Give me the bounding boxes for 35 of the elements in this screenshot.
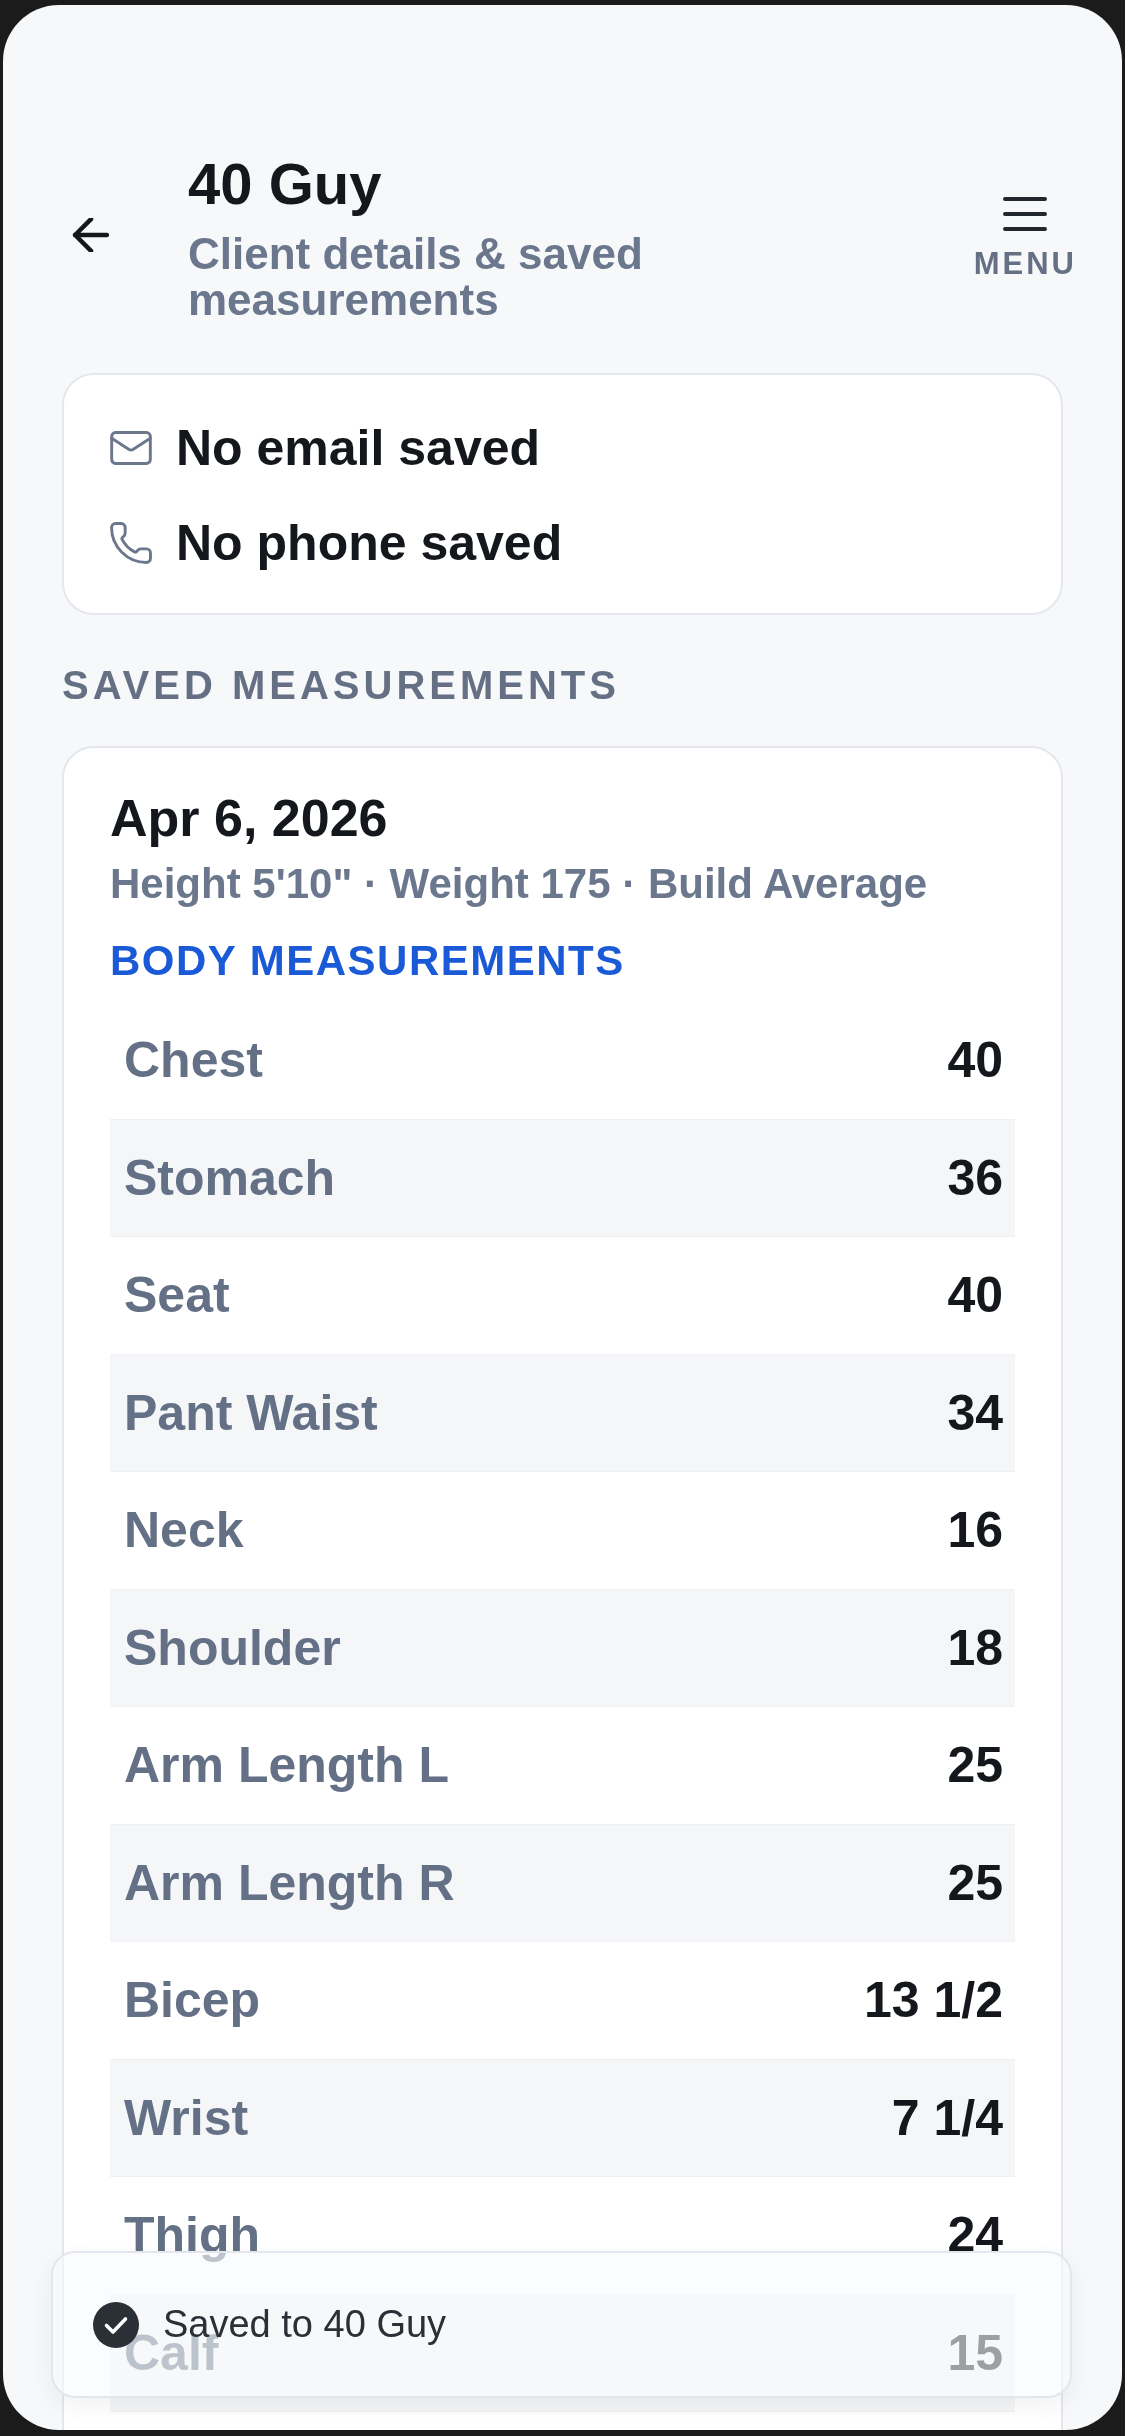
measurement-label: Bicep: [124, 1971, 261, 2030]
measurement-label: Stomach: [124, 1148, 336, 1207]
contact-info-text: No email saved: [176, 419, 541, 477]
measurement-label: Arm Length L: [124, 1736, 449, 1795]
measurement-value: 25: [947, 1736, 1003, 1795]
measurement-value: 24: [947, 2206, 1003, 2265]
page-title: 40 Guy: [188, 152, 383, 216]
measurement-label: Neck: [124, 1501, 244, 1560]
measurement-label: Wrist: [124, 2088, 249, 2147]
measurement-label: Shoulder: [124, 1618, 341, 1677]
menu-icon: [1003, 196, 1048, 232]
measurement-value: 18: [947, 1618, 1003, 1677]
measurement-value: 16: [947, 1501, 1003, 1560]
measurement-label: Chest: [124, 1031, 263, 1090]
measurement-label: Arm Length R: [124, 1853, 455, 1912]
measurement-value: 13 1/2: [864, 1971, 1003, 2030]
measurement-value: 40: [947, 1031, 1003, 1090]
phone-icon: [110, 522, 152, 564]
menu-button[interactable]: MENU: [973, 196, 1077, 282]
measurement-label: Pant Waist: [124, 1383, 378, 1442]
measurement-summary: Height 5'10" · Weight 175 · Build Average: [110, 859, 929, 909]
mail-icon: [110, 431, 152, 465]
measurement-value: 36: [947, 1148, 1003, 1207]
measurement-value: 40: [947, 1266, 1003, 1325]
group-heading: BODY MEASUREMENTS: [110, 936, 626, 986]
section-heading: SAVED MEASUREMENTS: [62, 662, 621, 709]
page-subtitle: Client details & saved measurements: [188, 231, 644, 323]
measurement-label: Thigh: [124, 2206, 261, 2265]
contact-info-text: No phone saved: [176, 514, 563, 572]
measurement-date: Apr 6, 2026: [110, 788, 389, 848]
measurement-value: 15: [947, 2323, 1003, 2382]
measurement-value: 7 1/4: [891, 2088, 1003, 2147]
measurement-value: 34: [947, 1383, 1003, 1442]
measurement-value: 25: [947, 1853, 1003, 1912]
measurement-label: Seat: [124, 1266, 230, 1325]
